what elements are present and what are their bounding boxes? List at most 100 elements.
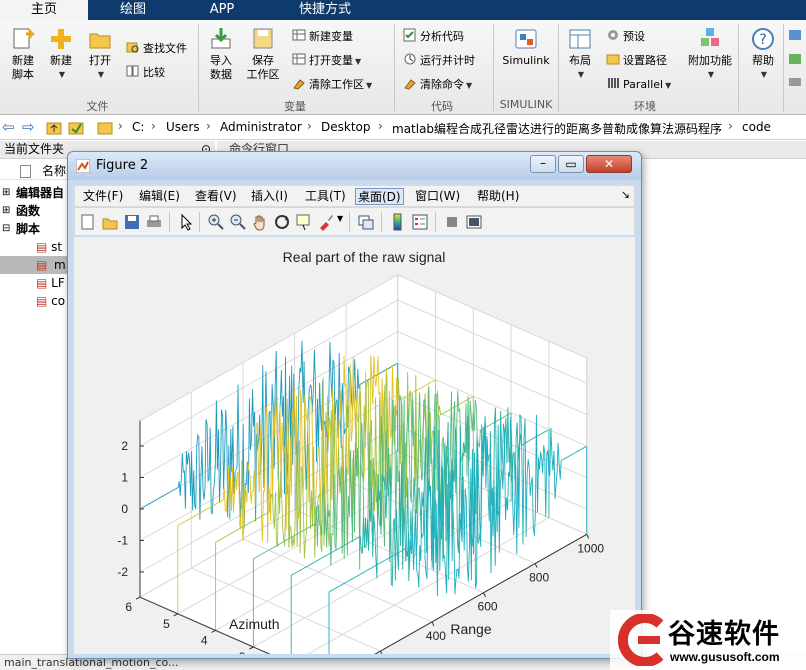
menu-edit[interactable]: 编辑(E) [137,188,182,205]
zoom-out-icon[interactable] [229,213,247,231]
tab-apps[interactable]: APP [178,0,266,20]
parallel-button[interactable]: Parallel ▼ [606,75,671,95]
dock-arrow-icon[interactable]: ↘ [621,188,630,201]
x-tick-label: 800 [529,571,549,585]
matlab-file-icon: ▤ [36,276,48,290]
hide-plot-tools-icon[interactable] [443,213,461,231]
menu-tools[interactable]: 工具(T) [303,188,348,205]
save-workspace-button[interactable]: 保存 工作区 [242,26,284,82]
clear-commands-button[interactable]: 清除命令 ▼ [403,75,472,95]
compare-label: 比较 [143,66,165,79]
y-tick [135,596,141,600]
simulink-button[interactable]: Simulink [500,26,552,68]
new-figure-icon[interactable] [79,213,97,231]
new-variable-button[interactable]: 新建变量 [292,27,353,47]
file-item[interactable]: ▤ LF [36,274,65,292]
breadcrumb-project-folder[interactable]: matlab编程合成孔径雷达进行的距离多普勒成像算法源码程序 [392,120,722,137]
collapse-icon[interactable]: ⊟ [2,220,10,238]
breadcrumb-separator: › [206,119,211,133]
find-files-button[interactable]: 查找文件 [126,39,187,59]
watermark-url: www.gususoft.com [670,650,780,664]
run-and-time-button[interactable]: 运行并计时 [403,51,475,71]
up-folder-icon[interactable] [46,120,62,136]
import-data-button[interactable]: 导入 数据 [200,26,242,82]
preferences-label: 预设 [623,30,645,43]
maximize-button[interactable]: ▭ [558,155,584,173]
menu-desktop[interactable]: 桌面(D) [355,188,404,205]
set-path-button[interactable]: 设置路径 [606,51,667,71]
section-file-label: 文件 [86,100,109,113]
expand-icon[interactable]: ⊞ [2,184,10,202]
show-plot-tools-icon[interactable] [465,213,483,231]
breadcrumb-drive[interactable]: C: [132,120,144,134]
link-plot-icon[interactable] [357,213,375,231]
close-button[interactable]: ✕ [586,155,632,173]
breadcrumb-users[interactable]: Users [166,120,200,134]
menu-insert[interactable]: 插入(I) [249,188,290,205]
breadcrumb-code[interactable]: code [742,120,771,134]
analyze-code-button[interactable]: 分析代码 [403,27,464,47]
tab-plots[interactable]: 绘图 [92,0,174,20]
minimize-button[interactable]: – [530,155,556,173]
tab-home[interactable]: 主页 [0,0,88,20]
plot-axes-3d[interactable]: Real part of the raw signal 200400600800… [74,237,635,670]
save-icon[interactable] [123,213,141,231]
forward-arrow-icon[interactable]: ⇨ [22,118,35,136]
clear-workspace-button[interactable]: 清除工作区 ▼ [292,75,372,95]
file-item[interactable]: ▤ st [36,238,62,256]
new-button[interactable]: 新建 ▼ [40,26,82,82]
menu-view[interactable]: 查看(V) [193,188,239,205]
back-arrow-icon[interactable]: ⇦ [2,118,15,136]
chevron-down-icon[interactable]: ▼ [337,214,343,223]
breadcrumb-desktop[interactable]: Desktop [321,120,371,134]
figure-canvas[interactable]: Real part of the raw signal 200400600800… [74,237,635,670]
maximize-icon: ▭ [565,157,577,171]
file-item-label: st [51,240,63,254]
pointer-icon[interactable] [177,213,195,231]
open-file-icon[interactable] [101,213,119,231]
x-tick-label: 1000 [577,541,604,555]
preferences-button[interactable]: 预设 [606,27,645,47]
expand-icon[interactable]: ⊞ [2,202,10,220]
compare-button[interactable]: 比较 [126,63,165,83]
community-icon[interactable] [788,28,804,91]
breadcrumb-separator: › [378,119,383,133]
import-data-label: 导入 数据 [210,54,232,81]
colorbar-icon[interactable] [389,213,407,231]
layout-button[interactable]: 布局 ▼ [559,26,601,82]
new-script-button[interactable]: 新建 脚本 [2,26,44,82]
tab-shortcuts[interactable]: 快捷方式 [270,0,380,20]
help-button[interactable]: ? 帮助 ▼ [742,26,784,82]
breadcrumb-administrator[interactable]: Administrator [220,120,302,134]
rotate-3d-icon[interactable] [273,213,291,231]
current-folder-title: 当前文件夹 [4,142,65,156]
section-env-label: 环境 [634,100,656,113]
menu-help[interactable]: 帮助(H) [475,188,521,205]
set-path-icon [606,54,620,65]
tree-group-label: 脚本 [16,222,41,236]
data-cursor-icon[interactable] [295,213,313,231]
menu-file[interactable]: 文件(F) [81,188,125,205]
file-item-selected[interactable]: ▤ m [0,256,68,274]
open-button[interactable]: 打开 ▼ [79,26,121,82]
zoom-in-icon[interactable] [207,213,225,231]
addons-button[interactable]: 附加功能 ▼ [683,26,737,82]
chevron-down-icon: ▼ [466,81,473,90]
browse-folder-icon[interactable] [68,120,84,136]
z-tick-label: 1 [121,471,128,485]
find-files-icon [126,42,139,53]
toolbar-divider [169,212,170,232]
open-variable-button[interactable]: 打开变量 ▼ [292,51,361,71]
tree-group-label: 函数 [16,204,41,218]
file-item[interactable]: ▤ co [36,292,65,310]
pan-hand-icon[interactable] [251,213,269,231]
legend-icon[interactable] [411,213,429,231]
figure-window[interactable]: Figure 2 – ▭ ✕ 文件(F) 编辑(E) 查看(V) 插入(I) 工… [67,151,642,670]
figure-title-bar[interactable]: Figure 2 – ▭ ✕ [68,152,641,180]
matlab-file-icon: ▤ [36,294,48,308]
menu-window[interactable]: 窗口(W) [413,188,462,205]
run-and-time-icon [404,53,416,65]
column-name[interactable]: 名称 [42,162,66,180]
print-icon[interactable] [145,213,163,231]
brush-icon[interactable] [317,213,335,231]
